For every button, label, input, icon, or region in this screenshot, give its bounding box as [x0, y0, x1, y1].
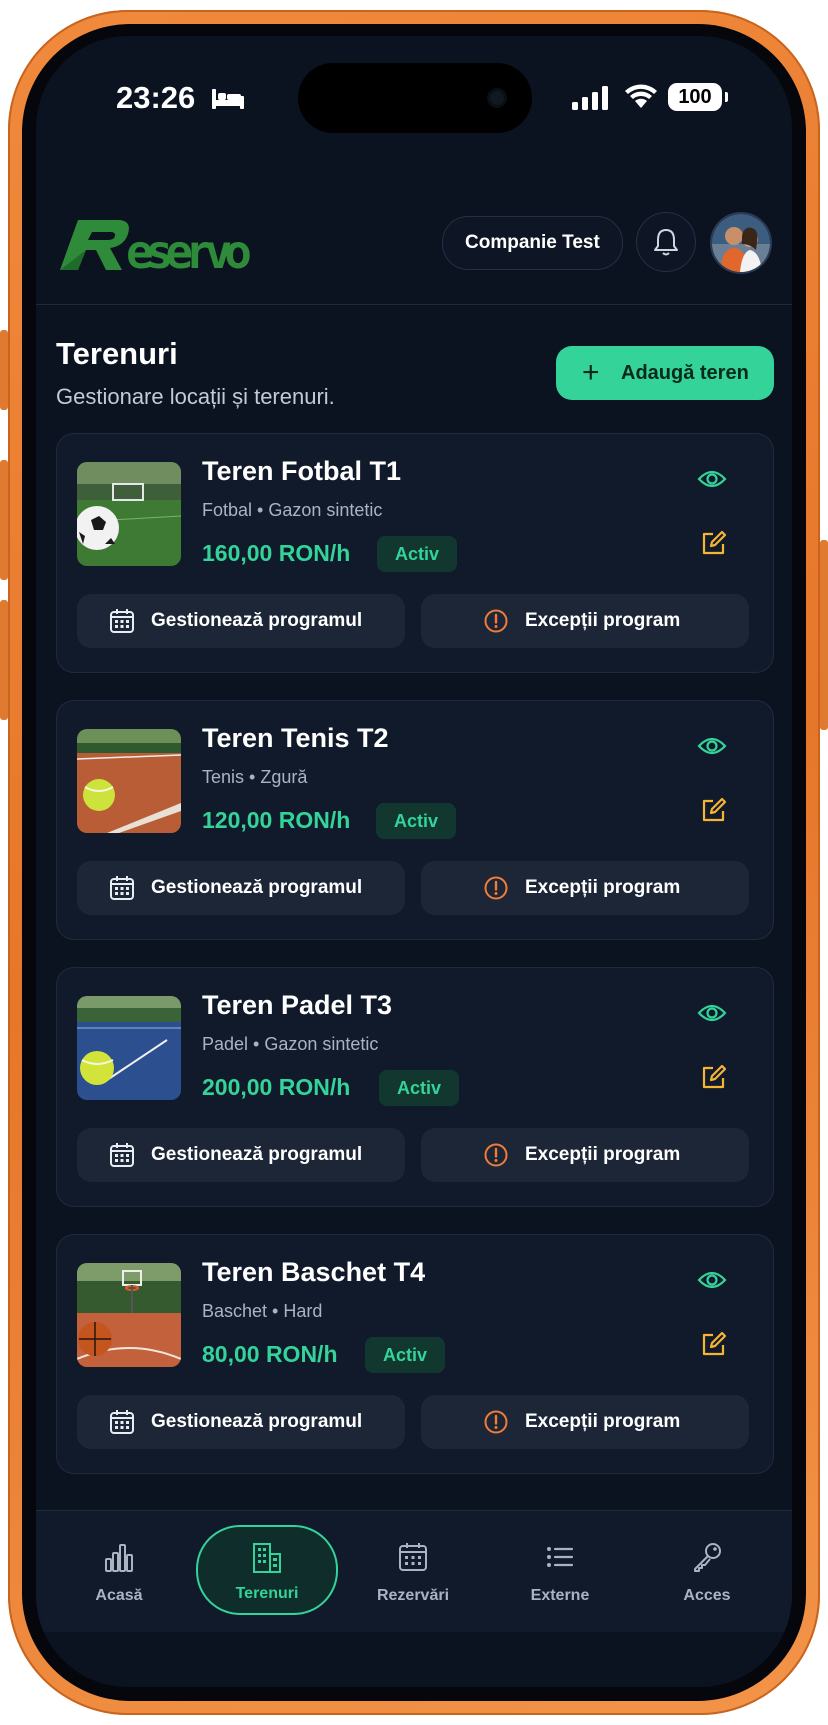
court-name: Teren Baschet T4	[202, 1257, 426, 1287]
bar-chart-icon	[105, 1544, 133, 1572]
tab-externe[interactable]: Externe	[490, 1525, 630, 1615]
court-card: Teren Baschet T4 Baschet • Hard 80,00 RO…	[56, 1234, 774, 1474]
court-meta: Fotbal • Gazon sintetic	[202, 500, 383, 520]
court-meta: Tenis • Zgură	[202, 767, 308, 787]
court-card: Teren Padel T3 Padel • Gazon sintetic 20…	[56, 967, 774, 1207]
schedule-exceptions-label: Excepții program	[525, 877, 681, 898]
alert-circle-icon	[484, 1143, 508, 1167]
action-button	[0, 330, 8, 410]
alert-circle-icon	[484, 876, 508, 900]
volume-down-button	[0, 600, 8, 720]
court-name: Teren Fotbal T1	[202, 456, 402, 486]
add-court-label: Adaugă teren	[621, 362, 749, 384]
tab-label: Terenuri	[235, 1585, 299, 1602]
page-subtitle: Gestionare locații și terenuri.	[56, 384, 335, 409]
tab-label: Rezervări	[376, 1587, 450, 1604]
schedule-exceptions-button[interactable]: Excepții program	[421, 1128, 749, 1182]
bottom-tab-bar: Acasă Terenuri Rezervări Externe Acces	[36, 1510, 792, 1633]
schedule-exceptions-button[interactable]: Excepții program	[421, 861, 749, 915]
tab-acces[interactable]: Acces	[637, 1525, 777, 1615]
manage-schedule-label: Gestionează programul	[151, 1144, 363, 1165]
status-badge: Activ	[365, 1337, 446, 1373]
court-photo-padel	[77, 996, 181, 1100]
manage-schedule-button[interactable]: Gestionează programul	[77, 861, 405, 915]
tab-rezervari[interactable]: Rezervări	[343, 1525, 483, 1615]
alert-circle-icon	[484, 1410, 508, 1434]
calendar-icon	[110, 1410, 134, 1434]
court-price: 120,00 RON/h	[202, 807, 351, 833]
eye-icon[interactable]	[697, 468, 727, 490]
app-screen: 23:26 100 eservo Companie Test Terenuri …	[36, 36, 792, 1687]
key-icon	[694, 1543, 721, 1572]
court-price: 80,00 RON/h	[202, 1341, 338, 1367]
plus-icon: +	[582, 356, 600, 389]
alert-circle-icon	[484, 609, 508, 633]
edit-icon[interactable]	[701, 1331, 727, 1357]
manage-schedule-label: Gestionează programul	[151, 610, 363, 631]
court-name: Teren Tenis T2	[202, 723, 389, 753]
court-photo-tennis	[77, 729, 181, 833]
profile-photo	[712, 214, 770, 272]
court-meta: Baschet • Hard	[202, 1301, 323, 1321]
eye-icon[interactable]	[697, 1269, 727, 1291]
calendar-icon	[110, 876, 134, 900]
user-avatar[interactable]	[710, 212, 772, 274]
manage-schedule-button[interactable]: Gestionează programul	[77, 1128, 405, 1182]
sleep-focus-icon	[212, 89, 244, 109]
schedule-exceptions-label: Excepții program	[525, 610, 681, 631]
court-card: Teren Tenis T2 Tenis • Zgură 120,00 RON/…	[56, 700, 774, 940]
reservo-logo[interactable]: eservo	[56, 212, 256, 274]
tab-label: Acasă	[95, 1587, 143, 1604]
edit-icon[interactable]	[701, 797, 727, 823]
manage-schedule-button[interactable]: Gestionează programul	[77, 594, 405, 648]
status-badge: Activ	[379, 1070, 460, 1106]
svg-text:eservo: eservo	[126, 225, 252, 274]
front-camera	[490, 91, 504, 105]
list-icon	[547, 1547, 574, 1567]
wifi-icon	[625, 84, 657, 108]
add-court-button[interactable]: + Adaugă teren	[556, 346, 774, 400]
calendar-icon	[399, 1543, 427, 1571]
calendar-icon	[110, 1143, 134, 1167]
tab-terenuri[interactable]: Terenuri	[196, 1525, 338, 1615]
schedule-exceptions-button[interactable]: Excepții program	[421, 594, 749, 648]
company-selector[interactable]: Companie Test	[442, 216, 623, 270]
power-button	[820, 540, 828, 730]
court-photo-basketball	[77, 1263, 181, 1367]
edit-icon[interactable]	[701, 530, 727, 556]
eye-icon[interactable]	[697, 735, 727, 757]
status-badge: Activ	[377, 536, 458, 572]
court-price: 160,00 RON/h	[202, 540, 351, 566]
manage-schedule-label: Gestionează programul	[151, 1411, 363, 1432]
bell-icon	[654, 229, 678, 256]
volume-up-button	[0, 460, 8, 580]
app-header: eservo Companie Test	[36, 156, 792, 305]
court-meta: Padel • Gazon sintetic	[202, 1034, 379, 1054]
tab-label: Externe	[530, 1587, 590, 1604]
court-name: Teren Padel T3	[202, 990, 393, 1020]
status-badge: Activ	[376, 803, 457, 839]
schedule-exceptions-button[interactable]: Excepții program	[421, 1395, 749, 1449]
notifications-button[interactable]	[636, 212, 696, 272]
schedule-exceptions-label: Excepții program	[525, 1411, 681, 1432]
tab-acasa[interactable]: Acasă	[49, 1525, 189, 1615]
court-card: Teren Fotbal T1 Fotbal • Gazon sintetic …	[56, 433, 774, 673]
battery-indicator: 100	[668, 83, 728, 111]
tab-label: Acces	[683, 1587, 731, 1604]
court-photo-soccer	[77, 462, 181, 566]
edit-icon[interactable]	[701, 1064, 727, 1090]
building-icon	[253, 1543, 281, 1573]
calendar-icon	[110, 609, 134, 633]
home-indicator-area	[36, 1632, 792, 1687]
cellular-signal-icon	[572, 86, 608, 110]
court-price: 200,00 RON/h	[202, 1074, 351, 1100]
page-title: Terenuri	[56, 336, 178, 371]
eye-icon[interactable]	[697, 1002, 727, 1024]
manage-schedule-label: Gestionează programul	[151, 877, 363, 898]
clock: 23:26	[116, 80, 196, 115]
schedule-exceptions-label: Excepții program	[525, 1144, 681, 1165]
status-bar: 23:26 100	[36, 36, 792, 176]
manage-schedule-button[interactable]: Gestionează programul	[77, 1395, 405, 1449]
